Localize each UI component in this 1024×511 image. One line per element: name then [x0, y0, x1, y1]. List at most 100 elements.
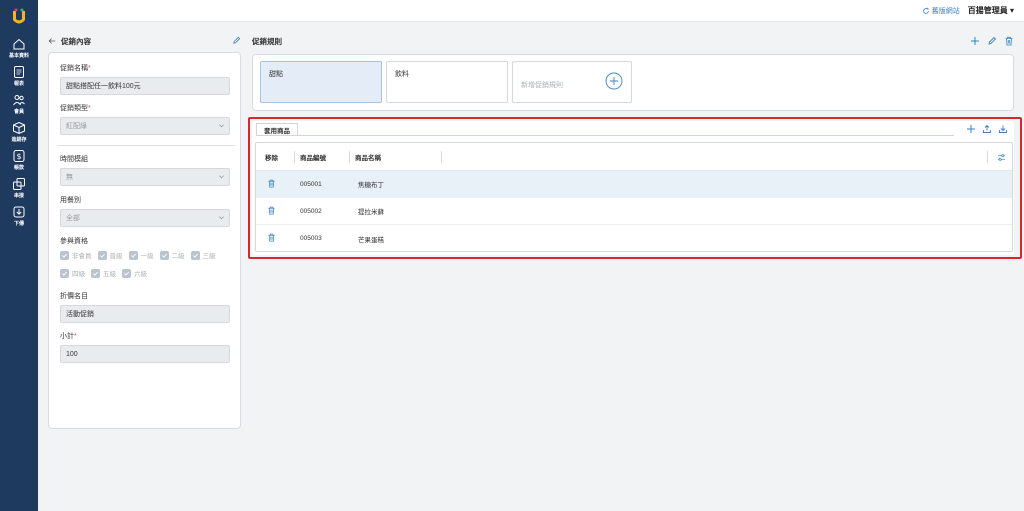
inventory-box-icon: [13, 121, 25, 135]
members-icon: [13, 95, 25, 106]
check-icon: [124, 271, 130, 276]
sidebar-item-connect[interactable]: 串接: [0, 174, 38, 202]
promo-type-field: 促銷類型* 紅配綠: [60, 103, 230, 135]
column-code[interactable]: 商品編號: [294, 151, 326, 163]
chevron-down-icon: [219, 174, 224, 178]
promo-name-input[interactable]: 甜點搭配任一飲料100元: [60, 77, 230, 95]
qualification-checkbox[interactable]: 六級: [122, 268, 147, 278]
sidebar-item-label: 基本資料: [8, 53, 29, 59]
subtotal-input[interactable]: 100: [60, 345, 230, 363]
sidebar-item-label: 帳款: [13, 165, 24, 171]
promo-form: 促銷名稱* 甜點搭配任一飲料100元 促銷類型* 紅配綠 時間模組 無 用餐別 …: [48, 52, 241, 429]
check-icon: [62, 271, 68, 276]
table-row[interactable]: 005002 提拉米蘇: [256, 198, 1012, 225]
subtotal-field: 小計* 100: [60, 331, 230, 363]
download-icon: [13, 206, 25, 218]
promo-type-select[interactable]: 紅配綠: [60, 117, 230, 135]
promo-rules-list: 甜點 飲料 新增促銷規則: [252, 54, 1014, 111]
product-name: 焦糖布丁: [358, 182, 384, 189]
column-name[interactable]: 商品名稱: [349, 151, 381, 163]
sidebar: 基本資料 報表 會員 進銷存 $ 帳款 串接 下傳: [0, 0, 38, 511]
rule-card-drink[interactable]: 飲料: [386, 61, 508, 103]
remove-row-button[interactable]: [267, 179, 276, 190]
chevron-down-icon: [219, 123, 224, 127]
dollar-icon: $: [13, 150, 25, 162]
qualification-checkbox[interactable]: 普級: [97, 250, 123, 260]
user-menu[interactable]: 百揚管理員 ▾: [968, 5, 1014, 16]
divider: [57, 145, 235, 146]
sidebar-item-label: 下傳: [13, 221, 24, 227]
sidebar-item-report[interactable]: 報表: [0, 62, 38, 90]
remove-row-button[interactable]: [267, 233, 276, 244]
tab-underline: [256, 135, 954, 136]
qualification-checkbox[interactable]: 四級: [60, 268, 85, 278]
sidebar-item-label: 報表: [13, 81, 24, 87]
product-code: 005002: [300, 207, 322, 215]
product-code: 005001: [300, 180, 322, 188]
check-icon: [161, 253, 167, 258]
sidebar-item-label: 串接: [13, 193, 24, 199]
qualification-checkboxes: 非會員 普級 一級 二級 三級 四級 五級 六級: [60, 250, 236, 286]
plus-circle-icon: [605, 72, 623, 90]
product-name: 芒果蛋糕: [358, 236, 384, 244]
app-logo: [0, 0, 38, 34]
qualification-checkbox[interactable]: 五級: [91, 268, 116, 278]
trash-icon: [268, 233, 275, 242]
trash-icon: [268, 206, 275, 214]
meal-type-select[interactable]: 全部: [60, 209, 230, 227]
promo-rules-header: 促銷規則: [252, 34, 1014, 48]
trash-icon: [268, 179, 275, 187]
trash-icon[interactable]: [1004, 36, 1014, 46]
qualification-checkbox[interactable]: 三級: [190, 250, 216, 260]
sidebar-item-inventory[interactable]: 進銷存: [0, 118, 38, 146]
chevron-down-icon: [219, 215, 224, 219]
add-icon[interactable]: [966, 124, 976, 134]
product-code: 005003: [300, 235, 322, 242]
pencil-icon: [233, 36, 241, 44]
check-icon: [130, 253, 136, 258]
remove-row-button[interactable]: [267, 206, 276, 217]
refresh-icon: [922, 7, 929, 14]
qualification-label: 參與資格: [60, 238, 88, 245]
discount-item-input[interactable]: 活動促銷: [60, 305, 230, 323]
time-module-select[interactable]: 無: [60, 168, 230, 186]
column-settings-button[interactable]: [987, 151, 1006, 163]
back-arrow-icon[interactable]: [48, 37, 56, 45]
sidebar-item-download[interactable]: 下傳: [0, 202, 38, 230]
add-rule-card[interactable]: 新增促銷規則: [512, 61, 632, 103]
old-site-link[interactable]: 舊版網站: [922, 6, 960, 16]
page-title: 促銷內容: [61, 36, 91, 46]
table-row[interactable]: 005001 焦糖布丁: [256, 171, 1012, 198]
edit-button[interactable]: [232, 36, 241, 47]
table-row[interactable]: 005003 芒果蛋糕: [256, 225, 1012, 252]
qualification-checkbox[interactable]: 一級: [128, 250, 154, 260]
qualification-checkbox[interactable]: 非會員: [60, 250, 92, 260]
sliders-icon: [997, 153, 1006, 161]
home-icon: [13, 38, 25, 50]
upload-icon[interactable]: [982, 124, 992, 134]
connect-icon: [13, 178, 25, 190]
column-separator: [441, 151, 442, 163]
qualification-checkbox[interactable]: 二級: [159, 250, 185, 260]
pencil-icon[interactable]: [987, 36, 997, 46]
sidebar-item-basic[interactable]: 基本資料: [0, 34, 38, 62]
svg-text:$: $: [16, 152, 21, 161]
products-table: 移除 商品編號 商品名稱 005001 焦糖布丁 005002 提拉米蘇 005…: [255, 142, 1013, 252]
table-header: 移除 商品編號 商品名稱: [256, 143, 1012, 171]
check-icon: [99, 253, 105, 258]
top-bar: 舊版網站 百揚管理員 ▾: [38, 0, 1024, 22]
logo-icon: [13, 8, 25, 24]
check-icon: [93, 271, 99, 276]
sidebar-item-label: 會員: [13, 109, 24, 115]
column-remove: 移除: [265, 155, 278, 162]
sidebar-item-accounts[interactable]: $ 帳款: [0, 146, 38, 174]
discount-item-field: 折價名目 活動促銷: [60, 291, 230, 323]
rule-card-dessert[interactable]: 甜點: [260, 61, 382, 103]
promo-name-field: 促銷名稱* 甜點搭配任一飲料100元: [60, 63, 230, 95]
add-icon[interactable]: [970, 36, 980, 46]
check-icon: [62, 253, 68, 258]
report-icon: [14, 66, 24, 78]
check-icon: [192, 253, 198, 258]
sidebar-item-members[interactable]: 會員: [0, 90, 38, 118]
download-icon[interactable]: [998, 124, 1008, 134]
